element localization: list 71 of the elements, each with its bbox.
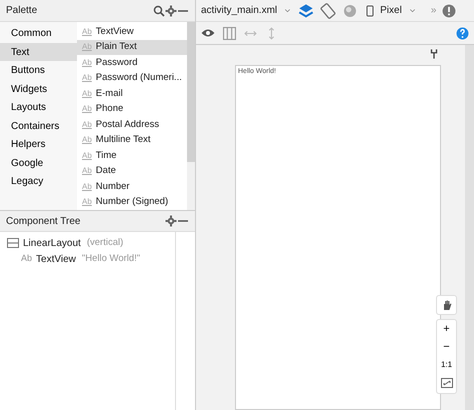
palette-item[interactable]: Ab Time (77, 148, 187, 164)
tree-node-detail: "Hello World!" (82, 252, 140, 266)
text-widget-icon: Ab (82, 196, 92, 208)
text-widget-icon: Ab (21, 252, 32, 266)
text-widget-icon: Ab (82, 165, 92, 178)
text-widget-icon: Ab (82, 72, 92, 84)
rotate-icon[interactable] (320, 2, 336, 18)
search-icon[interactable] (153, 4, 165, 16)
zoom-out-button[interactable]: − (436, 338, 456, 356)
text-widget-icon: Ab (82, 180, 92, 193)
columns-icon[interactable] (223, 26, 236, 40)
palette-item-label: Number (Signed) (96, 195, 168, 210)
palette-item-label: Number (96, 180, 130, 194)
pan-button[interactable] (436, 295, 457, 315)
palette-item[interactable]: Ab Date (77, 164, 187, 179)
category-item[interactable]: Common (0, 24, 77, 42)
palette-item[interactable]: Ab Postal Address (77, 117, 187, 132)
text-widget-icon: Ab (82, 134, 92, 146)
wrench-icon[interactable] (429, 48, 439, 60)
palette-item[interactable]: Ab Multiline Text (77, 132, 187, 148)
text-widget-icon: Ab (82, 56, 92, 69)
help-icon[interactable] (456, 26, 469, 40)
palette-item[interactable]: Ab Password (Numeri... (77, 70, 187, 86)
tree-node-detail: (vertical) (86, 236, 124, 250)
text-widget-icon: Ab (82, 103, 92, 116)
text-widget-icon: Ab (82, 150, 92, 162)
category-item[interactable]: Buttons (0, 61, 77, 80)
tree-node-label: TextView (36, 252, 76, 266)
category-item[interactable]: Text (0, 42, 77, 61)
palette-item-label: Plain Text (96, 40, 137, 54)
device-dropdown[interactable]: Pixel (364, 3, 402, 18)
palette-item-label: Time (96, 148, 117, 163)
tree-node[interactable]: Ab TextView "Hello World!" (0, 251, 175, 267)
category-item[interactable]: Google (0, 154, 77, 172)
warning-icon[interactable] (442, 4, 456, 18)
category-item[interactable]: Widgets (0, 80, 77, 98)
palette-item[interactable]: Ab Number (77, 179, 187, 194)
category-item[interactable]: Containers (0, 116, 77, 135)
palette-item[interactable]: Ab E-mail (77, 86, 187, 102)
palette-item-label: Date (96, 164, 116, 178)
layers-icon[interactable] (298, 2, 314, 18)
palette-item-label: Phone (96, 102, 124, 116)
palette-item-label: TextView (96, 24, 134, 39)
scrollbar-thumb[interactable] (187, 22, 195, 162)
palette-item[interactable]: Ab Password (77, 55, 187, 70)
palette-item[interactable]: Ab Number (Signed) (77, 194, 187, 210)
phone-icon (364, 4, 376, 16)
tree-node[interactable]: LinearLayout (vertical) (0, 235, 175, 251)
palette-item[interactable]: Ab TextView (77, 24, 187, 40)
scrollbar-track[interactable] (465, 45, 474, 410)
palette-item-label: Password (Numeri... (96, 71, 182, 86)
text-widget-icon: Ab (82, 118, 92, 131)
tree-node-label: LinearLayout (23, 236, 81, 250)
file-dropdown[interactable]: activity_main.xml (201, 3, 278, 18)
palette-item-label: E-mail (96, 86, 123, 101)
category-item[interactable]: Layouts (0, 98, 77, 116)
linear-layout-icon (7, 237, 19, 249)
palette-item-label: Postal Address (96, 118, 160, 132)
category-item[interactable]: Helpers (0, 135, 77, 154)
palette-item-label: Multiline Text (96, 133, 151, 148)
palette-item-label: Password (96, 56, 138, 70)
palette-item[interactable]: Ab Phone (77, 102, 187, 117)
panel-title: Component Tree (6, 214, 82, 228)
actual-size-button[interactable]: 1:1 (436, 356, 456, 374)
device-label: Pixel (380, 4, 402, 18)
text-widget-icon: Ab (82, 26, 92, 38)
zoom-in-button[interactable]: + (436, 320, 456, 338)
category-item[interactable]: Legacy (0, 172, 77, 190)
panel-title: Palette (6, 4, 38, 18)
text-widget-icon: Ab (82, 88, 92, 100)
fit-screen-icon[interactable] (440, 377, 452, 389)
